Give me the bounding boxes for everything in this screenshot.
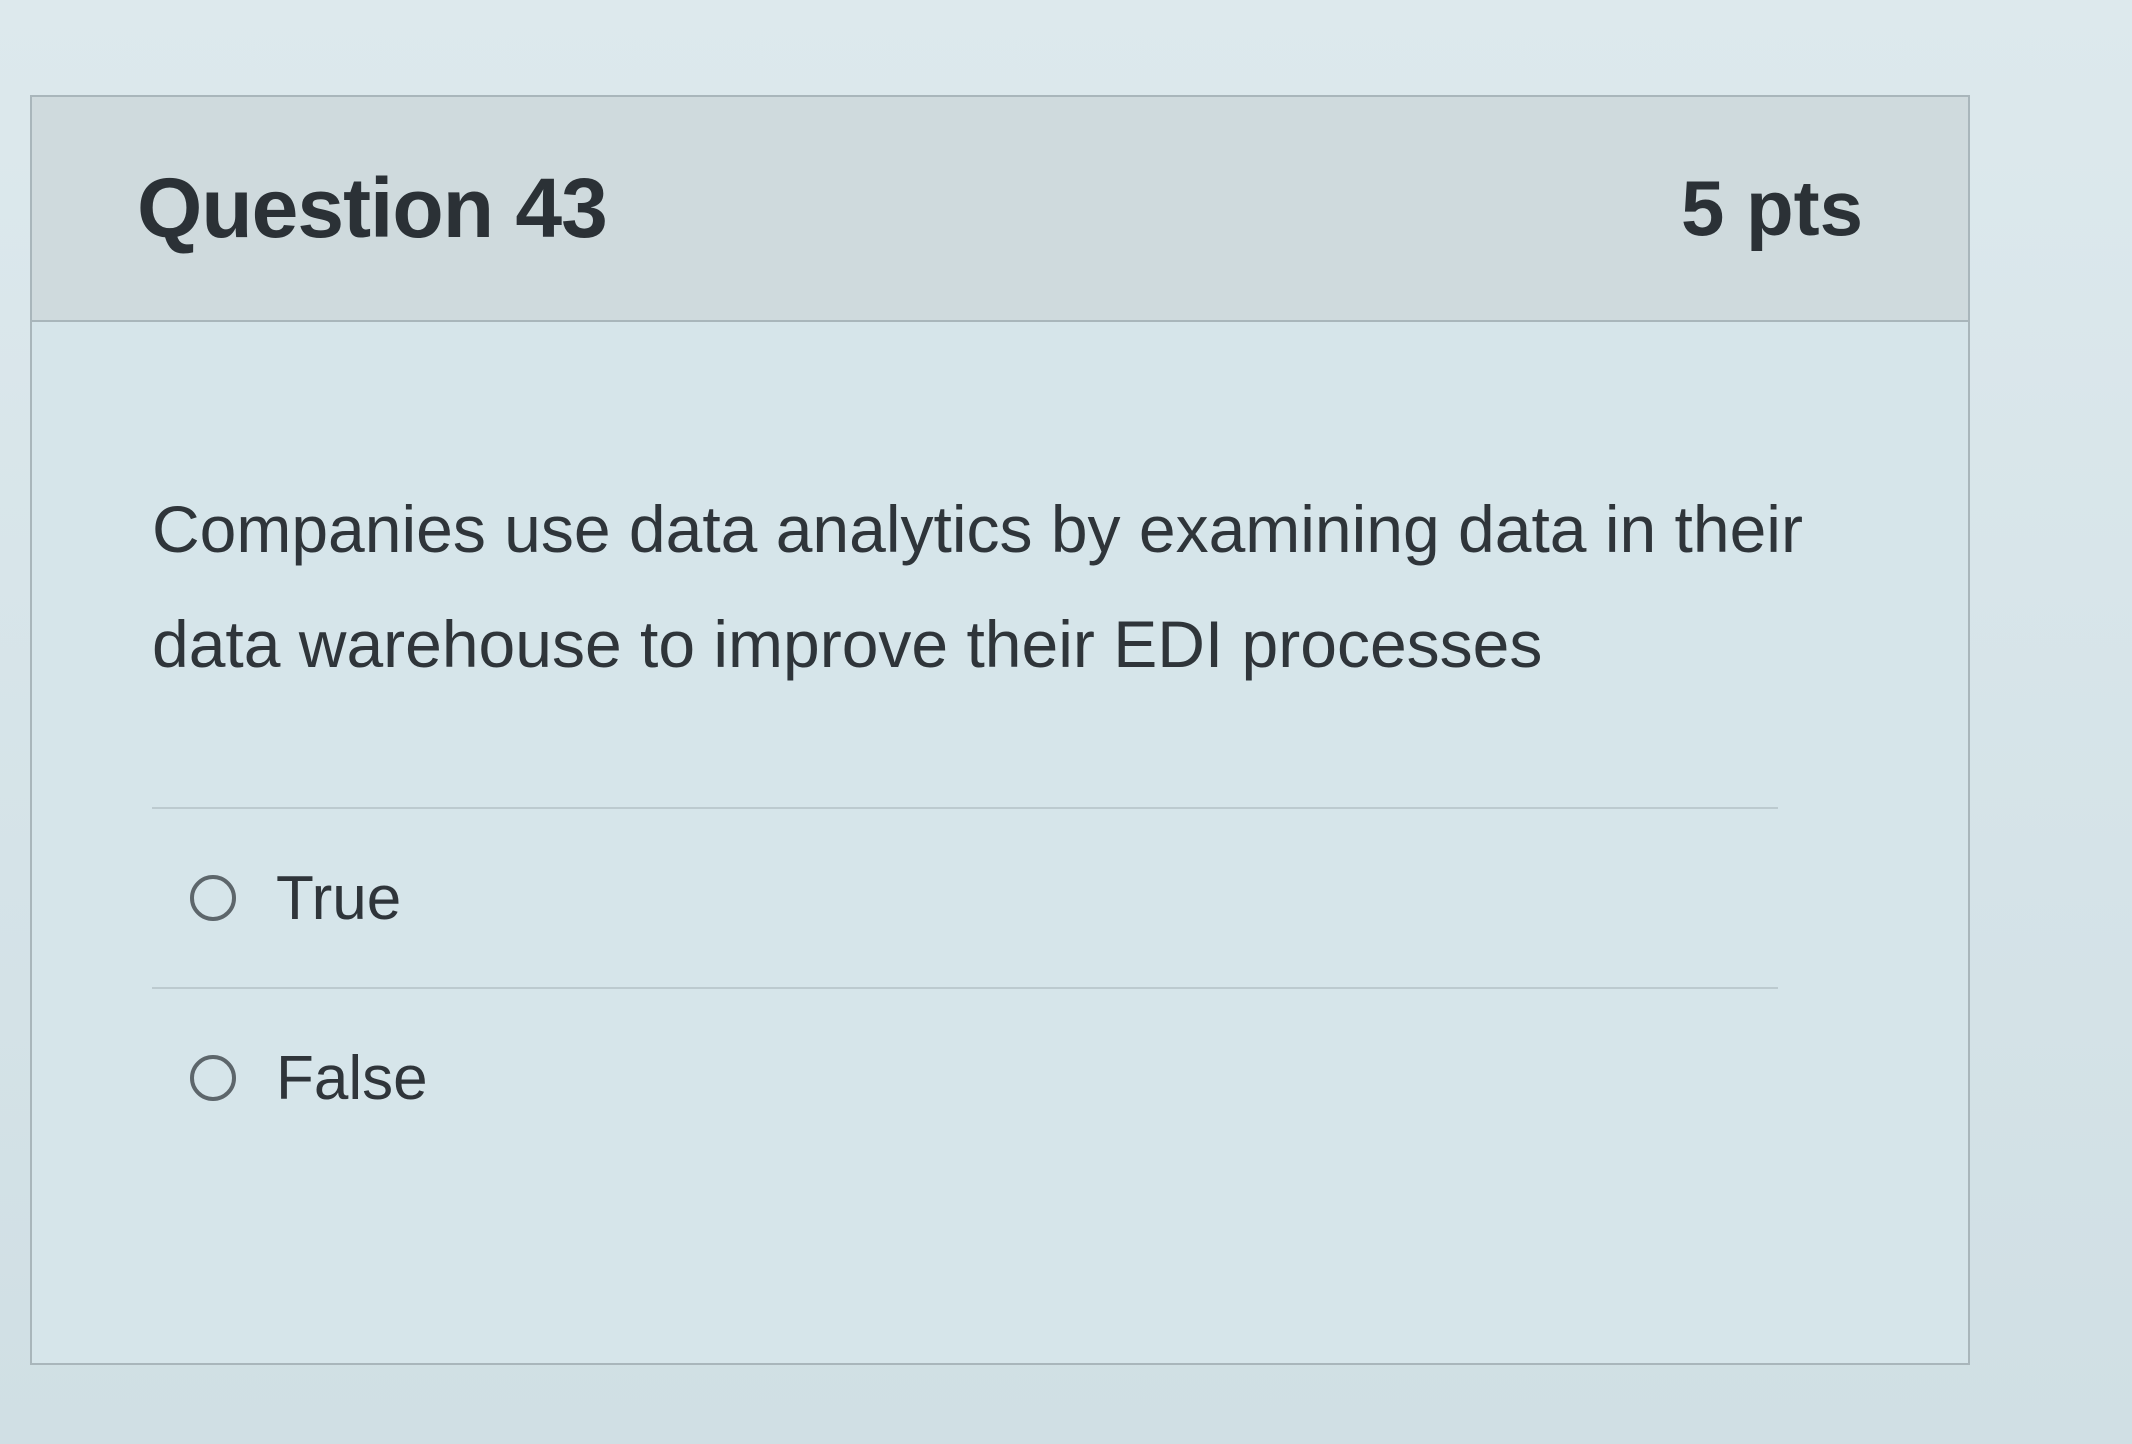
question-header: Question 43 5 pts (32, 97, 1968, 322)
question-body: Companies use data analytics by examinin… (32, 322, 1968, 1167)
radio-unchecked-icon[interactable] (190, 875, 236, 921)
question-card: Question 43 5 pts Companies use data ana… (30, 95, 1970, 1365)
answer-option-true[interactable]: True (152, 809, 1778, 987)
question-points: 5 pts (1680, 164, 1863, 252)
screen: Question 43 5 pts Companies use data ana… (0, 0, 2132, 1444)
question-title: Question 43 (137, 161, 608, 255)
answer-option-false[interactable]: False (152, 989, 1778, 1167)
radio-unchecked-icon[interactable] (190, 1055, 236, 1101)
question-text: Companies use data analytics by examinin… (152, 492, 1803, 681)
answer-label-false: False (276, 1043, 428, 1113)
answer-list: True False (152, 807, 1778, 1167)
answer-label-true: True (276, 863, 402, 933)
